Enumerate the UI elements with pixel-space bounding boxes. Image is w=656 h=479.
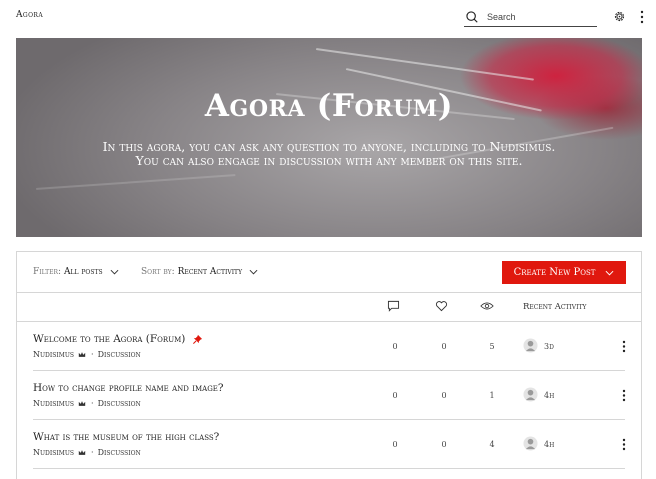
sort-dropdown[interactable]: Sort by: Recent Activity: [141, 267, 258, 277]
filter-value: All posts: [64, 267, 103, 277]
comment-count: 0: [392, 391, 398, 400]
post-category[interactable]: Discussion: [98, 399, 141, 408]
chevron-down-icon: [110, 269, 119, 275]
filter-label: Filter:: [33, 267, 62, 277]
recent-activity-time: 4h: [544, 440, 555, 449]
post-row[interactable]: How to change profile name and image? Nu…: [33, 371, 627, 420]
filter-dropdown[interactable]: Filter: All posts: [33, 267, 119, 277]
chevron-down-icon: [249, 269, 258, 275]
post-meta: Nudisimus · Discussion: [33, 399, 141, 408]
eye-icon: [480, 302, 494, 310]
view-count: 4: [489, 440, 495, 449]
post-category[interactable]: Discussion: [98, 448, 141, 457]
hero-banner: Agora (Forum) In this agora, you can ask…: [16, 38, 642, 237]
page-title: Agora (Forum): [204, 88, 454, 124]
post-title-link[interactable]: What is the museum of the high class?: [33, 431, 219, 443]
gear-icon[interactable]: [613, 10, 626, 23]
create-new-post-label: Create New Post: [513, 267, 596, 278]
recent-activity-time: 4h: [544, 391, 555, 400]
post-title: Welcome to the Agora (Forum): [33, 333, 186, 345]
more-options-icon[interactable]: [621, 438, 627, 451]
post-row[interactable]: Welcome to the Agora (Forum) Nudisimus ·…: [33, 322, 627, 371]
post-meta: Nudisimus · Discussion: [33, 448, 141, 457]
search-icon: [466, 11, 478, 23]
avatar[interactable]: [523, 387, 538, 402]
recent-activity-time: 3d: [544, 342, 554, 351]
meta-separator: ·: [91, 448, 94, 457]
avatar[interactable]: [523, 338, 538, 353]
hair-streak: [315, 48, 534, 81]
comment-count: 0: [392, 440, 398, 449]
view-count: 1: [489, 391, 495, 400]
filter-bar: Filter: All posts Sort by: Recent Activi…: [17, 252, 641, 293]
more-options-icon[interactable]: [621, 340, 627, 353]
site-brand[interactable]: Agora: [16, 10, 43, 20]
meta-separator: ·: [91, 399, 94, 408]
more-options-icon[interactable]: [621, 389, 627, 402]
create-new-post-button[interactable]: Create New Post: [502, 261, 626, 284]
crown-icon: [78, 450, 86, 455]
more-options-icon[interactable]: [637, 10, 647, 24]
pin-icon: [193, 334, 203, 344]
recent-activity-header: Recent Activity: [523, 302, 587, 312]
post-title: What is the museum of the high class?: [33, 431, 220, 443]
post-category[interactable]: Discussion: [98, 350, 141, 359]
avatar[interactable]: [523, 436, 538, 451]
post-meta: Nudisimus · Discussion: [33, 350, 141, 359]
post-author[interactable]: Nudisimus: [33, 448, 74, 457]
forum-panel: Filter: All posts Sort by: Recent Activi…: [16, 251, 642, 479]
post-title: How to change profile name and image?: [33, 382, 224, 394]
chevron-down-icon[interactable]: [605, 270, 614, 276]
view-count: 5: [489, 342, 495, 351]
post-row[interactable]: What is the museum of the high class? Nu…: [33, 420, 627, 469]
comment-count: 0: [392, 342, 398, 351]
comment-icon: [387, 300, 400, 312]
sort-value: Recent Activity: [177, 267, 243, 277]
like-count: 0: [441, 342, 447, 351]
column-header: Recent Activity: [17, 293, 641, 322]
like-count: 0: [441, 391, 447, 400]
post-title-link[interactable]: How to change profile name and image?: [33, 382, 224, 394]
sort-label: Sort by:: [141, 267, 175, 277]
search-input[interactable]: [487, 12, 587, 22]
search-box[interactable]: [464, 8, 597, 27]
like-count: 0: [441, 440, 447, 449]
hair-streak: [35, 174, 236, 190]
post-author[interactable]: Nudisimus: [33, 399, 74, 408]
heart-icon: [435, 301, 448, 312]
page-description: In this agora, you can ask any question …: [102, 139, 556, 168]
top-bar: Agora: [0, 0, 656, 38]
meta-separator: ·: [91, 350, 94, 359]
post-title-link[interactable]: Welcome to the Agora (Forum): [33, 333, 203, 345]
post-author[interactable]: Nudisimus: [33, 350, 74, 359]
crown-icon: [78, 401, 86, 406]
crown-icon: [78, 352, 86, 357]
